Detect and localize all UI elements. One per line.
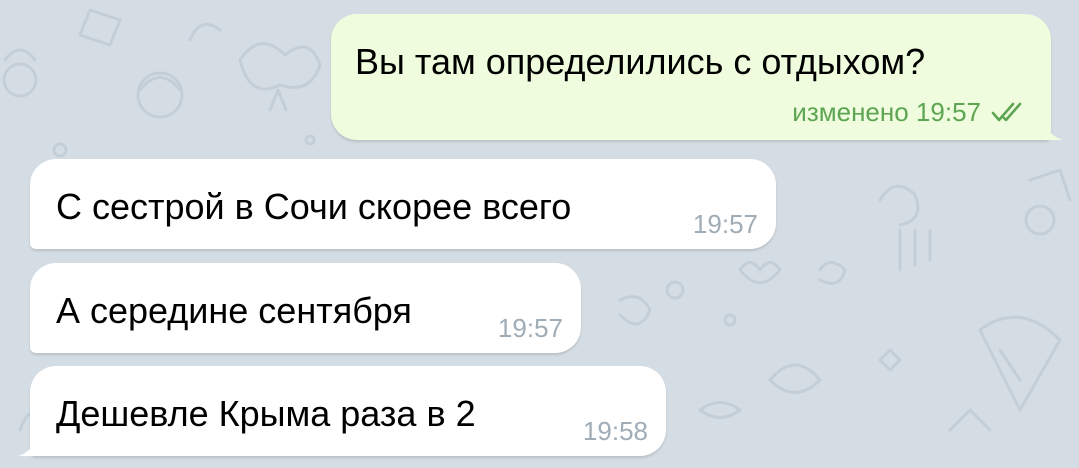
incoming-message-bubble[interactable]: А середине сентября 19:57 <box>30 263 581 353</box>
message-timestamp: 19:57 <box>497 313 563 343</box>
bubble-tail-icon <box>1043 120 1063 140</box>
incoming-message-bubble[interactable]: Дешевле Крыма раза в 2 19:58 <box>18 366 666 456</box>
bubble-tail-icon <box>18 436 38 456</box>
message-text: Дешевле Крыма раза в 2 <box>56 393 476 434</box>
message-timestamp: 19:57 <box>692 209 758 239</box>
outgoing-message-bubble[interactable]: Вы там определились с отдыхом? изменено … <box>331 14 1063 140</box>
double-check-icon <box>991 102 1022 122</box>
message-timestamp: изменено 19:57 <box>792 97 981 127</box>
message-text: Вы там определились с отдыхом? <box>355 41 926 82</box>
message-text: С сестрой в Сочи скорее всего <box>56 186 572 227</box>
message-text: А середине сентября <box>56 290 412 331</box>
incoming-message-bubble[interactable]: С сестрой в Сочи скорее всего 19:57 <box>30 159 776 249</box>
message-meta: изменено 19:57 <box>792 99 1027 125</box>
message-timestamp: 19:58 <box>582 416 648 446</box>
